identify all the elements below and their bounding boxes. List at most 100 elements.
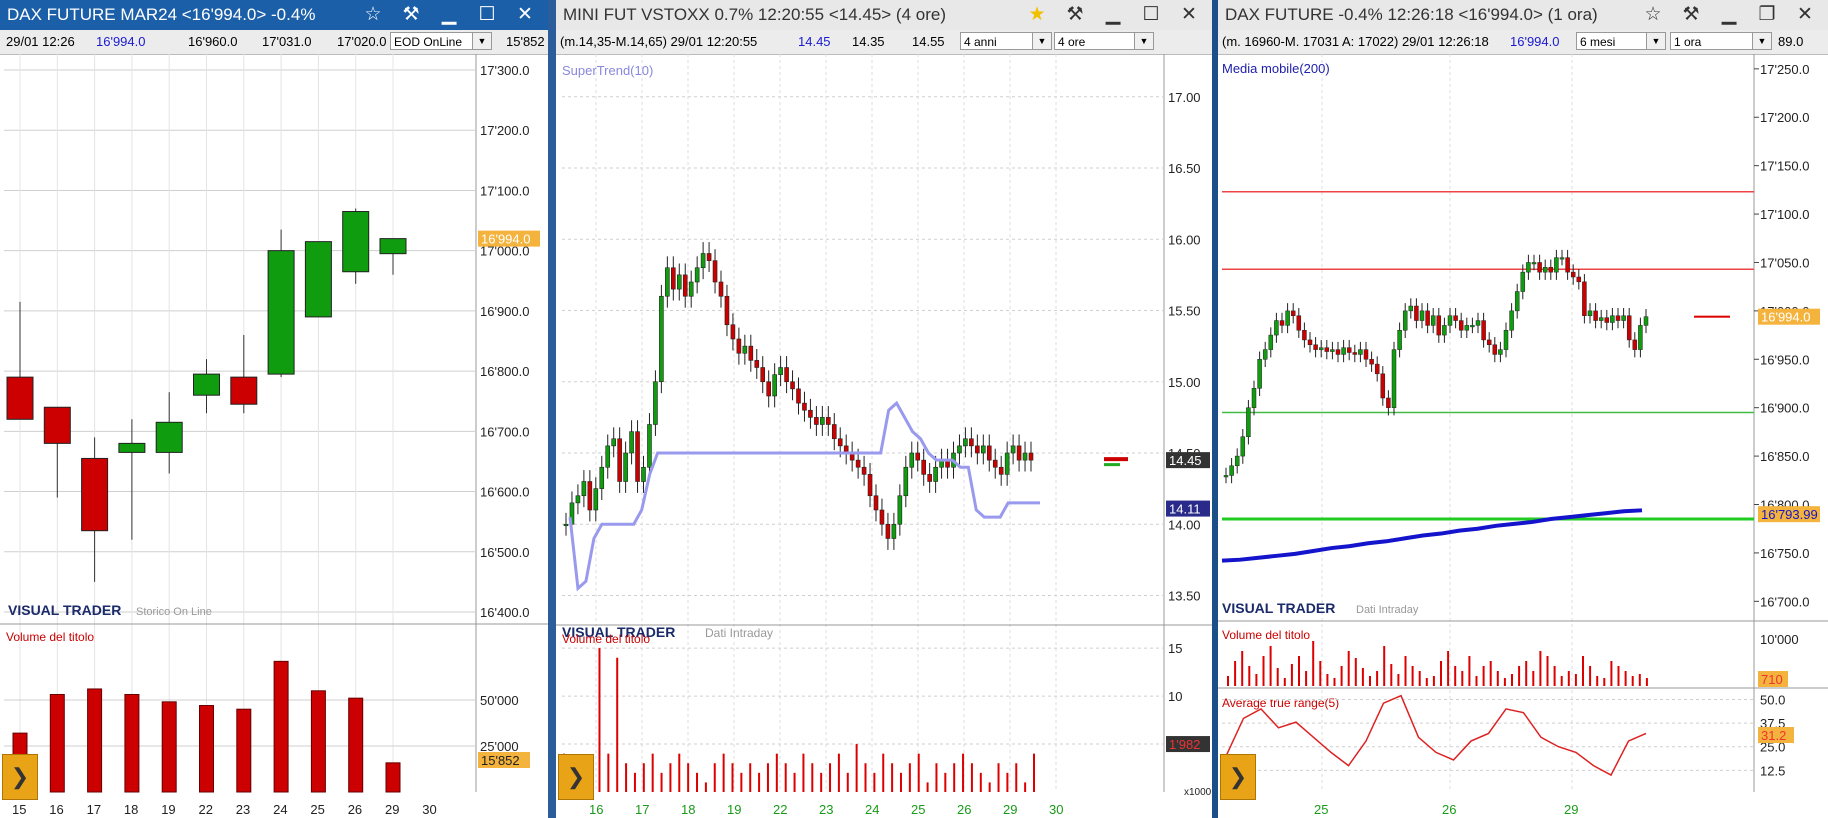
- maximize-button[interactable]: ☐: [1132, 0, 1170, 30]
- hammer-icon[interactable]: ⚒: [392, 0, 430, 30]
- y-tick-label: 15.50: [1168, 304, 1201, 319]
- y-tick-label: 14.00: [1168, 517, 1201, 532]
- candle-body: [1324, 347, 1330, 352]
- candle-body: [1570, 271, 1576, 278]
- candle-body: [581, 481, 587, 497]
- candle-body: [1369, 359, 1374, 365]
- period-select-value: 4 anni: [964, 35, 997, 49]
- minimize-button[interactable]: ▁: [430, 0, 468, 30]
- candle-body: [975, 445, 980, 454]
- dax-daily-window: DAX FUTURE MAR24 <16'994.0> -0.4% ☆ ⚒ ▁ …: [0, 0, 548, 818]
- quote-range: (m.14,35-M.14,65) 29/01 12:20:55: [560, 34, 758, 49]
- x-tick-label: 29: [1564, 802, 1578, 817]
- candle-body: [1380, 373, 1386, 399]
- candle-body: [1262, 349, 1268, 360]
- candle-body: [1430, 315, 1436, 326]
- candle-body: [1374, 363, 1380, 375]
- title-bar[interactable]: DAX FUTURE -0.4% 12:26:18 <16'994.0> (1 …: [1218, 0, 1828, 30]
- candle-body: [802, 402, 807, 411]
- candle-body: [1408, 305, 1414, 312]
- candle-body: [1028, 452, 1034, 461]
- candle-body: [1257, 359, 1262, 389]
- candlestick-chart[interactable]: 17'250.0 17'200.0 17'150.0 17'100.0 17'050.0…: [1218, 54, 1828, 818]
- candle-body: [1234, 455, 1240, 467]
- title-bar[interactable]: MINI FUT VSTOXX 0.7% 12:20:55 <14.45> (4…: [556, 0, 1212, 30]
- candle-body: [1565, 257, 1570, 273]
- volume-label: Volume del titolo: [562, 632, 650, 646]
- expand-arrow-icon[interactable]: ❯: [2, 754, 38, 800]
- expand-arrow-icon[interactable]: ❯: [1220, 754, 1256, 800]
- quote-ask: 14.55: [912, 34, 945, 49]
- favorite-star-icon[interactable]: ☆: [354, 0, 392, 30]
- maximize-button[interactable]: ☐: [468, 0, 506, 30]
- candle-body: [1498, 349, 1503, 355]
- candle-body: [629, 431, 634, 454]
- candle-body: [873, 495, 879, 511]
- period-select[interactable]: 4 anni ▼: [960, 32, 1052, 50]
- candle-body: [1526, 262, 1531, 273]
- quote-low: 17'020.0: [337, 34, 387, 49]
- close-button[interactable]: ✕: [1786, 0, 1824, 30]
- price-tag: 16'994.0: [1761, 310, 1810, 325]
- candle-body: [635, 431, 640, 482]
- candle-body: [1352, 352, 1358, 355]
- hammer-icon[interactable]: ⚒: [1056, 0, 1094, 30]
- candle-body: [1492, 344, 1498, 355]
- candle-body: [118, 442, 146, 453]
- favorite-star-icon[interactable]: ★: [1018, 0, 1056, 30]
- candle-body: [1268, 334, 1274, 350]
- volume-bar: [161, 701, 177, 793]
- window-separator[interactable]: [548, 0, 556, 818]
- quote-high: 17'031.0: [262, 34, 312, 49]
- candle-body: [155, 421, 183, 453]
- close-button[interactable]: ✕: [1170, 0, 1208, 30]
- candle-body: [1318, 347, 1324, 350]
- candle-body: [831, 424, 837, 440]
- watermark: VISUAL TRADER: [1222, 600, 1335, 616]
- volume-tag: 1'982: [1169, 737, 1200, 752]
- period-select[interactable]: 6 mesi ▼: [1576, 32, 1666, 50]
- interval-select[interactable]: 1 ora ▼: [1670, 32, 1772, 50]
- expand-arrow-icon[interactable]: ❯: [558, 754, 594, 800]
- volume-tag: 710: [1761, 672, 1783, 687]
- candle-body: [1290, 310, 1296, 316]
- y-tick-label: 16.00: [1168, 232, 1201, 247]
- candlestick-chart[interactable]: 17'300.017'200.017'100.017'000.016'900.0…: [0, 54, 548, 818]
- title-bar[interactable]: DAX FUTURE MAR24 <16'994.0> -0.4% ☆ ⚒ ▁ …: [0, 0, 548, 30]
- candle-body: [1307, 339, 1313, 346]
- candle-body: [43, 406, 71, 444]
- x-tick-label: 25: [911, 802, 925, 817]
- close-button[interactable]: ✕: [506, 0, 544, 30]
- volume-bar: [87, 688, 103, 793]
- y-tick-label: 16'900.0: [480, 304, 529, 319]
- candle-body: [1251, 388, 1257, 408]
- minimize-button[interactable]: ▁: [1094, 0, 1132, 30]
- candle-body: [766, 381, 771, 397]
- minimize-button[interactable]: ▁: [1710, 0, 1748, 30]
- favorite-star-icon[interactable]: ☆: [1634, 0, 1672, 30]
- hammer-icon[interactable]: ⚒: [1672, 0, 1710, 30]
- candle-body: [1470, 325, 1475, 328]
- candle-body: [927, 474, 932, 482]
- x-tick-label: 26: [1442, 802, 1456, 817]
- source-select[interactable]: EOD OnLine ▼: [390, 32, 492, 50]
- candle-body: [885, 523, 891, 539]
- candle-body: [981, 445, 986, 454]
- candle-body: [969, 438, 974, 447]
- x-tick-label: 15: [12, 802, 26, 817]
- candlestick-chart[interactable]: 17.0016.5016.0015.5015.0014.5014.0013.50…: [556, 54, 1212, 818]
- interval-select[interactable]: 4 ore ▼: [1054, 32, 1154, 50]
- x-tick-label: 19: [727, 802, 741, 817]
- x-tick-label: 23: [819, 802, 833, 817]
- candle-body: [1004, 452, 1010, 475]
- candle-body: [879, 509, 885, 525]
- candle-body: [742, 345, 748, 354]
- atr-tick-label: 12.5: [1760, 763, 1785, 778]
- candle-body: [909, 452, 915, 468]
- restore-button[interactable]: ❐: [1748, 0, 1786, 30]
- candle-body: [1548, 267, 1554, 273]
- x-tick-label: 23: [236, 802, 250, 817]
- supertrend-line: [568, 400, 1040, 592]
- candle-body: [605, 445, 611, 468]
- y-tick-label: 13.50: [1168, 589, 1201, 604]
